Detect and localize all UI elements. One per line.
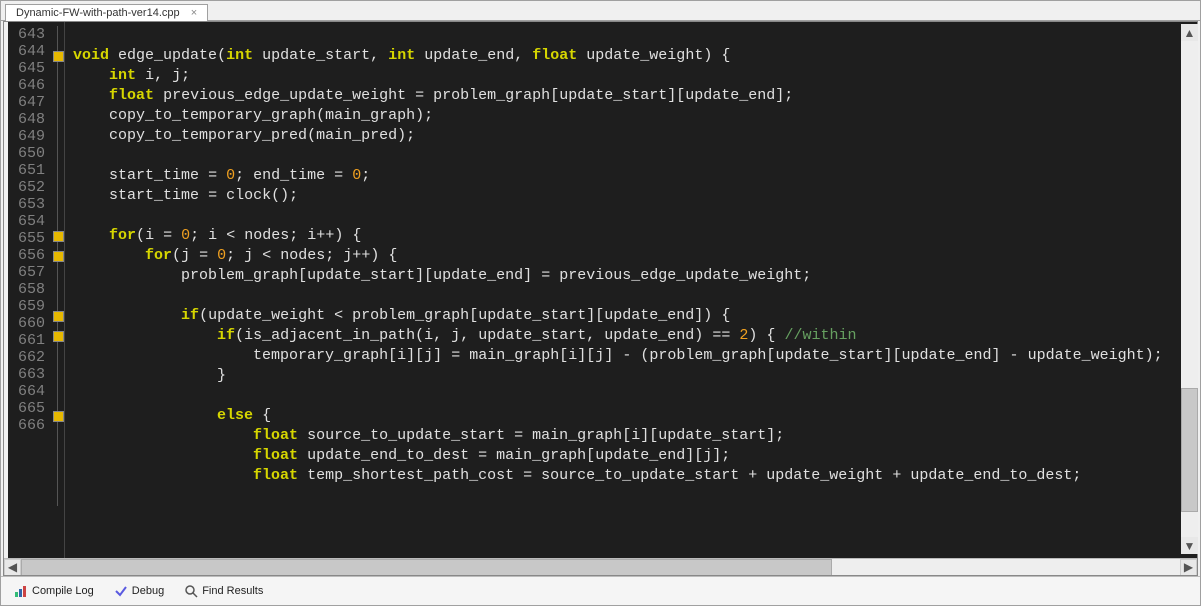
bottom-panel-tabs: Compile Log Debug Find Results <box>1 576 1200 605</box>
code-line[interactable]: copy_to_temporary_pred(main_pred); <box>73 126 1197 146</box>
vertical-scrollbar[interactable]: ▲ ▼ <box>1181 24 1198 554</box>
code-line[interactable]: float update_end_to_dest = main_graph[up… <box>73 446 1197 466</box>
horizontal-scrollbar[interactable]: ◀ ▶ <box>4 558 1197 575</box>
code-line[interactable]: float source_to_update_start = main_grap… <box>73 426 1197 446</box>
code-line[interactable] <box>73 206 1197 226</box>
code-line[interactable]: copy_to_temporary_graph(main_graph); <box>73 106 1197 126</box>
debug-tab[interactable]: Debug <box>107 581 171 601</box>
fold-marker <box>57 186 64 206</box>
fold-marker <box>57 106 64 126</box>
fold-marker <box>57 166 64 186</box>
code-line[interactable] <box>73 486 1197 506</box>
code-line[interactable]: float temp_shortest_path_cost = source_t… <box>73 466 1197 486</box>
compile-log-tab[interactable]: Compile Log <box>7 581 101 601</box>
vscroll-thumb[interactable] <box>1181 388 1198 512</box>
code-line[interactable]: float previous_edge_update_weight = prob… <box>73 86 1197 106</box>
code-line[interactable] <box>73 26 1197 46</box>
fold-marker <box>57 126 64 146</box>
find-results-label: Find Results <box>202 585 263 597</box>
code-area[interactable]: void edge_update(int update_start, int u… <box>65 22 1197 558</box>
fold-marker[interactable] <box>57 226 64 246</box>
line-number-gutter: 643 644 645 646 647 648 649 650 651 652 … <box>8 22 51 558</box>
fold-marker <box>57 346 64 366</box>
code-line[interactable]: start_time = 0; end_time = 0; <box>73 166 1197 186</box>
fold-column[interactable] <box>51 22 65 558</box>
fold-marker <box>57 286 64 306</box>
close-icon[interactable]: × <box>191 7 197 19</box>
fold-marker <box>57 146 64 166</box>
scroll-up-arrow-icon[interactable]: ▲ <box>1181 24 1198 41</box>
code-line[interactable]: void edge_update(int update_start, int u… <box>73 46 1197 66</box>
code-line[interactable]: for(i = 0; i < nodes; i++) { <box>73 226 1197 246</box>
fold-marker <box>57 426 64 446</box>
code-line[interactable]: if(update_weight < problem_graph[update_… <box>73 306 1197 326</box>
scroll-right-arrow-icon[interactable]: ▶ <box>1180 559 1197 576</box>
code-line[interactable] <box>73 146 1197 166</box>
fold-marker[interactable] <box>57 306 64 326</box>
fold-marker <box>57 206 64 226</box>
vscroll-track[interactable] <box>1181 41 1198 537</box>
editor: 643 644 645 646 647 648 649 650 651 652 … <box>3 21 1198 576</box>
fold-marker[interactable] <box>57 326 64 346</box>
fold-marker <box>57 26 64 46</box>
fold-marker <box>57 66 64 86</box>
file-tab-label: Dynamic-FW-with-path-ver14.cpp <box>16 7 180 19</box>
fold-marker[interactable] <box>57 406 64 426</box>
debug-label: Debug <box>132 585 164 597</box>
hscroll-track[interactable] <box>21 559 1180 576</box>
code-line[interactable]: temporary_graph[i][j] = main_graph[i][j]… <box>73 346 1197 366</box>
compile-log-label: Compile Log <box>32 585 94 597</box>
fold-marker[interactable] <box>57 246 64 266</box>
code-line[interactable] <box>73 386 1197 406</box>
fold-marker <box>57 266 64 286</box>
code-line[interactable]: problem_graph[update_start][update_end] … <box>73 266 1197 286</box>
search-icon <box>184 584 198 598</box>
code-line[interactable] <box>73 286 1197 306</box>
fold-marker[interactable] <box>57 46 64 66</box>
fold-marker <box>57 366 64 386</box>
code-line[interactable]: start_time = clock(); <box>73 186 1197 206</box>
fold-marker <box>57 486 64 506</box>
tab-bar: Dynamic-FW-with-path-ver14.cpp × <box>1 1 1200 21</box>
fold-marker <box>57 446 64 466</box>
scroll-down-arrow-icon[interactable]: ▼ <box>1181 537 1198 554</box>
scroll-left-arrow-icon[interactable]: ◀ <box>4 559 21 576</box>
code-line[interactable]: if(is_adjacent_in_path(i, j, update_star… <box>73 326 1197 346</box>
fold-marker <box>57 86 64 106</box>
editor-viewport[interactable]: 643 644 645 646 647 648 649 650 651 652 … <box>4 22 1197 558</box>
code-line[interactable]: for(j = 0; j < nodes; j++) { <box>73 246 1197 266</box>
fold-marker <box>57 386 64 406</box>
code-line[interactable]: else { <box>73 406 1197 426</box>
find-results-tab[interactable]: Find Results <box>177 581 270 601</box>
code-line[interactable]: } <box>73 366 1197 386</box>
hscroll-thumb[interactable] <box>21 559 832 576</box>
code-line[interactable]: int i, j; <box>73 66 1197 86</box>
file-tab[interactable]: Dynamic-FW-with-path-ver14.cpp × <box>5 4 208 21</box>
check-icon <box>114 584 128 598</box>
bar-chart-icon <box>14 584 28 598</box>
fold-marker <box>57 466 64 486</box>
